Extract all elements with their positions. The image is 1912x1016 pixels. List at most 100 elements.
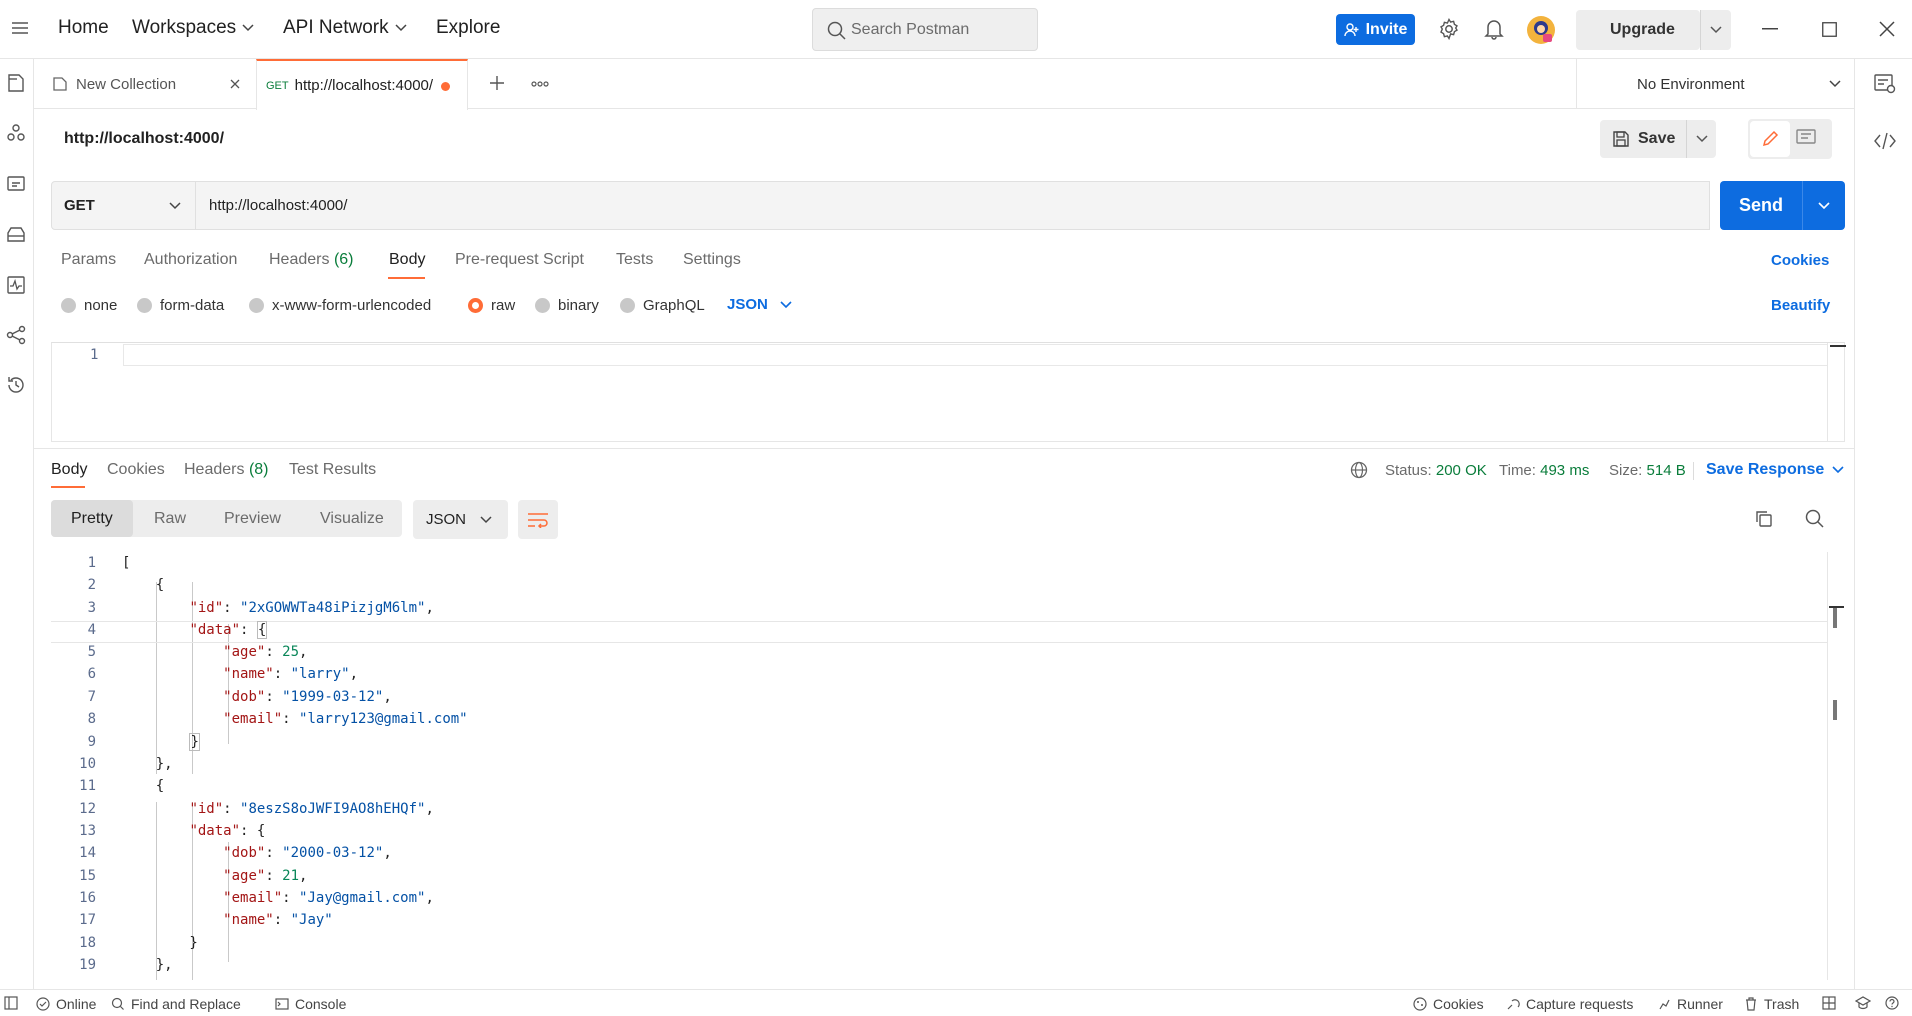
request-title[interactable]: http://localhost:4000/ xyxy=(64,130,224,148)
edit-mode-button[interactable] xyxy=(1750,121,1790,157)
nav-home[interactable]: Home xyxy=(58,17,109,39)
line-number: 4 xyxy=(87,622,96,638)
nav-explore[interactable]: Explore xyxy=(436,17,500,39)
code-line: 16 "email": "Jay@gmail.com", xyxy=(51,890,1827,912)
response-body-viewer[interactable]: 1[ 2 { 3 "id": "2xGOWWTa48iPizjgM6lm", 4… xyxy=(51,552,1845,980)
runner[interactable]: Runner xyxy=(1657,996,1723,1012)
tab-new-collection-label: New Collection xyxy=(76,75,177,93)
cookies-status[interactable]: Cookies xyxy=(1413,996,1484,1012)
console[interactable]: Console xyxy=(275,996,346,1012)
line-number: 17 xyxy=(79,912,96,928)
mode-toggle xyxy=(1748,119,1832,159)
trash[interactable]: Trash xyxy=(1744,996,1799,1012)
tab-pre-request-script[interactable]: Pre-request Script xyxy=(455,251,584,269)
body-language-label: JSON xyxy=(727,296,768,313)
response-tab-body[interactable]: Body xyxy=(51,461,87,479)
search-input[interactable]: Search Postman xyxy=(812,8,1038,51)
save-response-button[interactable]: Save Response xyxy=(1706,461,1844,479)
search-response-icon[interactable] xyxy=(1805,509,1825,529)
tab-body[interactable]: Body xyxy=(389,251,425,269)
response-tab-test-results[interactable]: Test Results xyxy=(289,461,376,479)
code-icon[interactable] xyxy=(1874,132,1896,150)
notifications-bell-icon[interactable] xyxy=(1484,18,1504,40)
two-pane-icon[interactable] xyxy=(1822,996,1836,1010)
toggle-sidebar-icon[interactable] xyxy=(4,996,18,1010)
wrap-lines-button[interactable] xyxy=(518,500,558,539)
avatar[interactable] xyxy=(1526,15,1556,45)
scrollbar-thumb[interactable] xyxy=(1833,700,1837,720)
copy-icon[interactable] xyxy=(1755,510,1773,528)
online-status[interactable]: Online xyxy=(36,996,96,1012)
radio-form-data[interactable]: form-data xyxy=(137,297,224,314)
method-select[interactable]: GET xyxy=(51,181,196,230)
settings-gear-icon[interactable] xyxy=(1438,18,1460,40)
radio-binary[interactable]: binary xyxy=(535,297,599,314)
radio-raw[interactable]: raw xyxy=(468,297,515,314)
format-pretty[interactable]: Pretty xyxy=(71,510,113,528)
upgrade-button[interactable]: Upgrade xyxy=(1576,10,1700,50)
more-tabs-icon[interactable] xyxy=(531,81,549,87)
save-button[interactable]: Save xyxy=(1600,120,1686,158)
find-and-replace[interactable]: Find and Replace xyxy=(111,996,241,1012)
invite-button[interactable]: Invite xyxy=(1336,14,1415,45)
chevron-down-icon xyxy=(1710,26,1722,34)
response-tab-headers[interactable]: Headers (8) xyxy=(184,461,269,479)
environment-selector[interactable]: No Environment xyxy=(1576,59,1888,109)
tab-new-collection[interactable]: New Collection xyxy=(34,59,256,109)
tab-headers[interactable]: Headers (6) xyxy=(269,251,354,269)
response-scrollbar-track[interactable] xyxy=(1827,552,1828,980)
save-icon xyxy=(1613,131,1629,147)
tab-params[interactable]: Params xyxy=(61,251,116,269)
new-tab-icon[interactable] xyxy=(489,75,505,91)
maximize-icon[interactable] xyxy=(1822,22,1837,37)
history-icon[interactable] xyxy=(6,375,28,397)
help-icon[interactable] xyxy=(1885,996,1899,1010)
radio-graphql[interactable]: GraphQL xyxy=(620,297,705,314)
nav-api-network[interactable]: API Network xyxy=(283,17,407,39)
line-number: 5 xyxy=(87,644,96,660)
nav-workspaces[interactable]: Workspaces xyxy=(132,17,254,39)
response-language-label: JSON xyxy=(426,511,467,528)
radio-x-www-form-urlencoded[interactable]: x-www-form-urlencoded xyxy=(249,297,431,314)
globe-icon[interactable] xyxy=(1350,461,1368,479)
close-window-icon[interactable] xyxy=(1879,21,1895,37)
body-language-select[interactable]: JSON xyxy=(727,296,792,313)
bootcamp-icon[interactable] xyxy=(1855,996,1871,1010)
monitors-icon[interactable] xyxy=(6,275,28,297)
capture-requests[interactable]: Capture requests xyxy=(1506,996,1633,1012)
format-preview[interactable]: Preview xyxy=(224,510,281,528)
response-language-select[interactable]: JSON xyxy=(413,500,508,539)
environments-icon[interactable] xyxy=(6,174,28,196)
response-time[interactable]: Time: 493 ms xyxy=(1499,462,1589,479)
mock-servers-icon[interactable] xyxy=(6,225,28,247)
format-raw[interactable]: Raw xyxy=(154,510,186,528)
code-line: 14 "dob": "2000-03-12", xyxy=(51,845,1827,867)
collections-icon[interactable] xyxy=(6,73,28,95)
tab-get-localhost[interactable]: GET http://localhost:4000/ xyxy=(256,59,468,110)
apis-icon[interactable] xyxy=(6,123,28,145)
response-tab-cookies[interactable]: Cookies xyxy=(107,461,165,479)
save-menu-button[interactable] xyxy=(1686,120,1716,158)
response-size[interactable]: Size: 514 B xyxy=(1609,462,1686,479)
tab-tests[interactable]: Tests xyxy=(616,251,653,269)
tab-authorization[interactable]: Authorization xyxy=(144,251,237,269)
request-body-editor[interactable]: 1 xyxy=(51,342,1846,442)
pane-divider[interactable] xyxy=(34,448,1854,449)
url-input[interactable]: http://localhost:4000/ xyxy=(196,181,1710,230)
send-label: Send xyxy=(1738,195,1783,215)
radio-graphql-label: GraphQL xyxy=(643,297,705,314)
upgrade-menu-button[interactable] xyxy=(1700,10,1731,50)
radio-none[interactable]: none xyxy=(61,297,117,314)
tab-settings[interactable]: Settings xyxy=(683,251,741,269)
close-tab-icon[interactable] xyxy=(230,79,240,89)
format-visualize[interactable]: Visualize xyxy=(320,510,384,528)
send-button[interactable]: Send xyxy=(1720,181,1802,230)
flows-icon[interactable] xyxy=(6,325,28,347)
menu-icon[interactable] xyxy=(11,21,29,35)
send-menu-button[interactable] xyxy=(1802,181,1845,230)
beautify-link[interactable]: Beautify xyxy=(1771,297,1830,314)
cookies-link[interactable]: Cookies xyxy=(1771,252,1829,269)
minimize-icon[interactable] xyxy=(1762,28,1778,30)
response-status[interactable]: Status: 200 OK xyxy=(1385,462,1487,479)
comments-icon[interactable] xyxy=(1796,129,1816,147)
